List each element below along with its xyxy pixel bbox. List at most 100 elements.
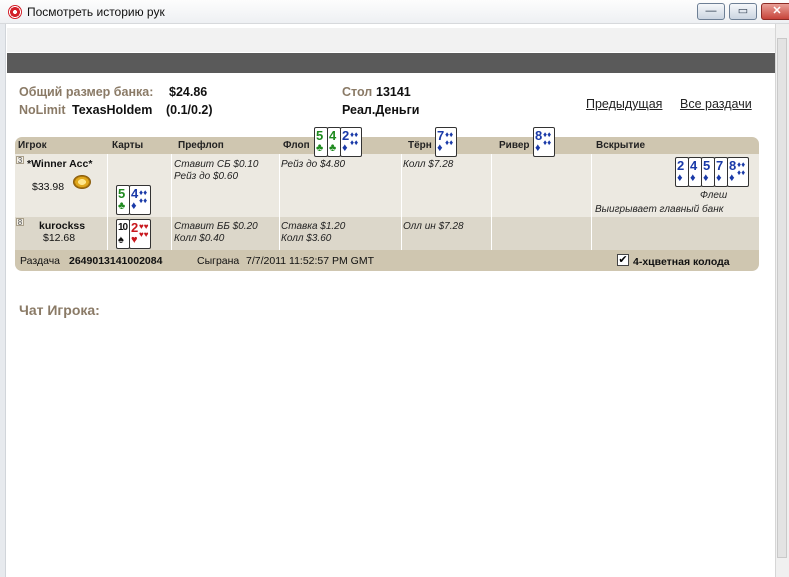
card-rank: 7 bbox=[716, 158, 724, 173]
playing-card: 8 ♦ ♦♦ ♦♦ bbox=[533, 127, 555, 157]
window-frame-left bbox=[0, 24, 6, 577]
card-rank: 8 bbox=[535, 128, 543, 143]
four-color-checkbox[interactable]: ✔ bbox=[617, 254, 629, 266]
preflop-action: Ставит ББ $0.20 bbox=[174, 221, 258, 232]
playing-card: 5 ♣ bbox=[116, 185, 130, 215]
flop-action: Колл $3.60 bbox=[281, 233, 332, 244]
card-pips-icon: ♦♦ ♦♦ bbox=[350, 130, 359, 147]
four-color-label: 4-хцветная колода bbox=[633, 256, 730, 268]
table-header: Игрок Карты Префлоп Флоп Тёрн Ривер Вскр… bbox=[15, 137, 759, 154]
card-suit-icon: ♦ bbox=[437, 142, 443, 154]
col-cards: Карты bbox=[112, 140, 144, 151]
all-hands-link[interactable]: Все раздачи bbox=[680, 97, 752, 111]
card-pips-icon: ♦♦ ♦♦ bbox=[139, 188, 148, 205]
playing-card: 8 ♦ ♦♦ ♦♦ bbox=[727, 157, 749, 187]
preflop-action: Ставит СБ $0.10 bbox=[174, 159, 259, 170]
pot-value: $24.86 bbox=[169, 85, 208, 99]
card-rank: 5 bbox=[118, 186, 126, 201]
seat-number: 3 bbox=[16, 156, 24, 165]
preflop-action: Рейз до $0.60 bbox=[174, 171, 238, 182]
card-rank: 7 bbox=[437, 128, 445, 143]
col-preflop: Префлоп bbox=[178, 140, 224, 151]
card-suit-icon: ♦ bbox=[690, 172, 696, 184]
card-rank: 10 bbox=[118, 222, 128, 233]
header-band bbox=[7, 53, 775, 73]
card-rank: 2 bbox=[131, 220, 139, 235]
playing-card: 2 ♦ ♦♦ ♦♦ bbox=[340, 127, 362, 157]
playing-card: 10 ♠ bbox=[116, 219, 130, 249]
card-suit-icon: ♥ bbox=[131, 234, 138, 246]
played-label: Сыграна bbox=[197, 255, 240, 267]
player-stack: $33.98 bbox=[32, 181, 65, 193]
card-suit-icon: ♦ bbox=[535, 142, 541, 154]
flop-cards: 5 ♣ 4 ♣ 2 ♦ ♦♦ ♦♦ bbox=[314, 127, 362, 157]
playing-card: 4 ♦ bbox=[688, 157, 702, 187]
card-rank: 2 bbox=[342, 128, 350, 143]
playing-card: 7 ♦ bbox=[714, 157, 728, 187]
card-suit-icon: ♠ bbox=[118, 234, 124, 246]
seat-number: 8 bbox=[16, 218, 24, 227]
card-rank: 4 bbox=[131, 186, 139, 201]
flop-action: Ставка $1.20 bbox=[281, 221, 346, 232]
card-suit-icon: ♦ bbox=[716, 172, 722, 184]
player-name: *Winner Acc* bbox=[27, 158, 93, 170]
showdown-cards: 2 ♦ 4 ♦ 5 ♦ 7 ♦ 8 ♦ ♦♦ ♦♦ bbox=[675, 157, 749, 187]
card-suit-icon: ♣ bbox=[316, 142, 324, 154]
card-rank: 4 bbox=[329, 128, 337, 143]
river-card: 8 ♦ ♦♦ ♦♦ bbox=[533, 127, 555, 157]
toolbar-band bbox=[7, 28, 775, 52]
window-title: Посмотреть историю рук bbox=[27, 5, 165, 19]
hand-footer: Раздача 2649013141002084 Сыграна 7/7/201… bbox=[15, 250, 759, 271]
hole-cards: 10 ♠ 2 ♥ ♥♥ ♥♥ bbox=[116, 219, 151, 249]
playing-card: 4 ♦ ♦♦ ♦♦ bbox=[129, 185, 151, 215]
card-pips-icon: ♥♥ ♥♥ bbox=[139, 222, 149, 239]
playing-card: 7 ♦ ♦♦ ♦♦ bbox=[435, 127, 457, 157]
col-player: Игрок bbox=[18, 140, 47, 151]
scrollbar-thumb[interactable] bbox=[777, 38, 787, 558]
dealer-chip-icon bbox=[73, 175, 91, 189]
hand-label: Раздача bbox=[20, 255, 61, 267]
card-pips-icon: ♦♦ ♦♦ bbox=[543, 130, 552, 147]
pot-label: Общий размер банка: bbox=[19, 85, 154, 99]
card-rank: 5 bbox=[703, 158, 711, 173]
col-turn: Тёрн bbox=[408, 140, 432, 151]
card-suit-icon: ♣ bbox=[118, 200, 126, 212]
turn-action: Колл $7.28 bbox=[403, 159, 454, 170]
card-pips-icon: ♦♦ ♦♦ bbox=[737, 160, 746, 177]
table-value: 13141 bbox=[376, 85, 411, 99]
playing-card: 5 ♦ bbox=[701, 157, 715, 187]
card-suit-icon: ♦ bbox=[342, 142, 348, 154]
col-river: Ривер bbox=[499, 140, 530, 151]
card-suit-icon: ♦ bbox=[677, 172, 683, 184]
hand-id: 2649013141002084 bbox=[69, 255, 163, 267]
card-rank: 5 bbox=[316, 128, 324, 143]
table-label: Стол bbox=[342, 85, 373, 99]
card-suit-icon: ♦ bbox=[729, 172, 735, 184]
card-rank: 2 bbox=[677, 158, 685, 173]
minimize-button[interactable]: — bbox=[697, 3, 725, 20]
preflop-action: Колл $0.40 bbox=[174, 233, 225, 244]
previous-link[interactable]: Предыдущая bbox=[586, 97, 662, 111]
limit-label: NoLimit bbox=[19, 103, 66, 117]
maximize-button[interactable]: ▭ bbox=[729, 3, 757, 20]
close-button[interactable]: ✕ bbox=[761, 3, 789, 20]
col-showdown: Вскрытие bbox=[596, 140, 646, 151]
title-bar: Посмотреть историю рук — ▭ ✕ bbox=[0, 0, 789, 24]
card-suit-icon: ♣ bbox=[329, 142, 337, 154]
playing-card: 4 ♣ bbox=[327, 127, 341, 157]
player-chat-title: Чат Игрока: bbox=[19, 302, 100, 318]
turn-action: Олл ин $7.28 bbox=[403, 221, 464, 232]
poker-chip-icon bbox=[8, 5, 22, 19]
hand-history-table: Игрок Карты Префлоп Флоп Тёрн Ривер Вскр… bbox=[15, 127, 759, 271]
money-type: Реал.Деньги bbox=[342, 103, 420, 117]
card-pips-icon: ♦♦ ♦♦ bbox=[445, 130, 454, 147]
stakes-value: (0.1/0.2) bbox=[166, 103, 213, 117]
flop-action: Рейз до $4.80 bbox=[281, 159, 345, 170]
player-name: kurockss bbox=[39, 220, 86, 232]
playing-card: 2 ♥ ♥♥ ♥♥ bbox=[129, 219, 151, 249]
game-value: TexasHoldem bbox=[72, 103, 153, 117]
played-time: 7/7/2011 11:52:57 PM GMT bbox=[246, 255, 375, 267]
card-suit-icon: ♦ bbox=[703, 172, 709, 184]
hand-rank: Флеш bbox=[700, 190, 728, 201]
turn-card: 7 ♦ ♦♦ ♦♦ bbox=[435, 127, 457, 157]
